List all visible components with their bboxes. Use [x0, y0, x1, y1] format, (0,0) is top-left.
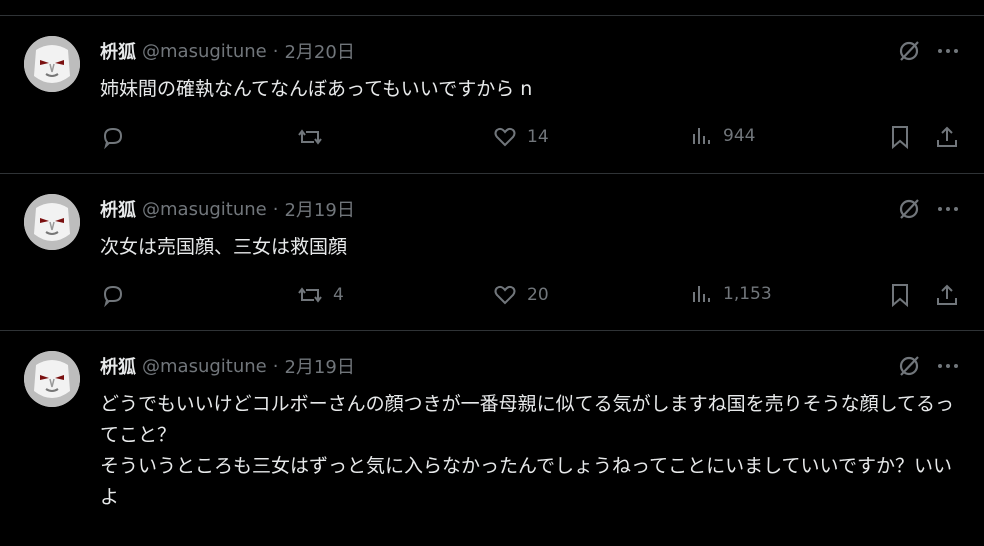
grok-icon[interactable]	[896, 353, 922, 383]
share-button[interactable]	[934, 282, 960, 308]
more-icon[interactable]	[936, 197, 960, 225]
more-icon[interactable]	[936, 39, 960, 67]
reply-icon	[100, 124, 126, 150]
reply-icon	[100, 282, 126, 308]
tweet-header: 枡狐 @masugitune · 2月19日	[100, 196, 355, 222]
bookmark-button[interactable]	[888, 282, 912, 308]
share-icon	[934, 282, 960, 308]
bookmark-button[interactable]	[888, 124, 912, 150]
tweet[interactable]: 枡狐 @masugitune · 2月19日 どうでもいいけどコルボーさんの顔つ…	[0, 331, 984, 546]
reply-button[interactable]	[100, 124, 135, 150]
heart-icon	[492, 124, 518, 150]
views-icon	[690, 124, 714, 148]
retweet-icon	[296, 124, 324, 150]
tweet-header: 枡狐 @masugitune · 2月20日	[100, 38, 355, 64]
avatar[interactable]	[24, 194, 80, 250]
views-button[interactable]: 944	[690, 124, 755, 148]
tweet-date[interactable]: 2月19日	[284, 353, 354, 379]
retweet-button[interactable]	[296, 124, 333, 150]
separator: ·	[272, 355, 279, 377]
separator: ·	[272, 40, 279, 62]
views-count: 944	[723, 126, 756, 146]
share-icon	[934, 124, 960, 150]
top-divider	[0, 0, 984, 16]
share-button[interactable]	[934, 124, 960, 150]
like-count: 20	[527, 285, 549, 305]
more-icon[interactable]	[936, 354, 960, 382]
grok-icon[interactable]	[896, 196, 922, 226]
tweet-header: 枡狐 @masugitune · 2月19日	[100, 353, 355, 379]
retweet-icon	[296, 282, 324, 308]
user-handle[interactable]: @masugitune	[142, 41, 267, 62]
tweet[interactable]: 枡狐 @masugitune · 2月20日 姉妹間の確執なんてなんぼあってもい…	[0, 16, 984, 174]
views-icon	[690, 282, 714, 306]
display-name[interactable]: 枡狐	[100, 353, 136, 379]
views-count: 1,153	[723, 284, 772, 304]
tweet-tools	[896, 38, 960, 68]
avatar[interactable]	[24, 351, 80, 407]
tweet-tools	[896, 196, 960, 226]
tweet-text: どうでもいいけどコルボーさんの顔つきが一番母親に似てる気がしますね国を売りそうな…	[100, 393, 955, 508]
reply-button[interactable]	[100, 282, 135, 308]
tweet-actions: 14 944	[100, 124, 960, 154]
tweet[interactable]: 枡狐 @masugitune · 2月19日 次女は売国顔、三女は救国顔 4 2…	[0, 174, 984, 331]
separator: ·	[272, 198, 279, 220]
tweet-text: 姉妹間の確執なんてなんぼあってもいいですから n	[100, 78, 533, 100]
user-handle[interactable]: @masugitune	[142, 356, 267, 377]
like-button[interactable]: 20	[492, 282, 549, 308]
retweet-button[interactable]: 4	[296, 282, 344, 308]
tweet-date[interactable]: 2月19日	[284, 196, 354, 222]
avatar[interactable]	[24, 36, 80, 92]
bookmark-icon	[888, 282, 912, 308]
retweet-count: 4	[333, 285, 344, 305]
display-name[interactable]: 枡狐	[100, 38, 136, 64]
tweet-actions: 4 20 1,153	[100, 282, 960, 312]
grok-icon[interactable]	[896, 38, 922, 68]
bookmark-icon	[888, 124, 912, 150]
tweet-tools	[896, 353, 960, 383]
tweet-text: 次女は売国顔、三女は救国顔	[100, 236, 348, 258]
display-name[interactable]: 枡狐	[100, 196, 136, 222]
like-count: 14	[527, 127, 549, 147]
views-button[interactable]: 1,153	[690, 282, 772, 306]
user-handle[interactable]: @masugitune	[142, 199, 267, 220]
like-button[interactable]: 14	[492, 124, 549, 150]
heart-icon	[492, 282, 518, 308]
tweet-date[interactable]: 2月20日	[284, 38, 354, 64]
